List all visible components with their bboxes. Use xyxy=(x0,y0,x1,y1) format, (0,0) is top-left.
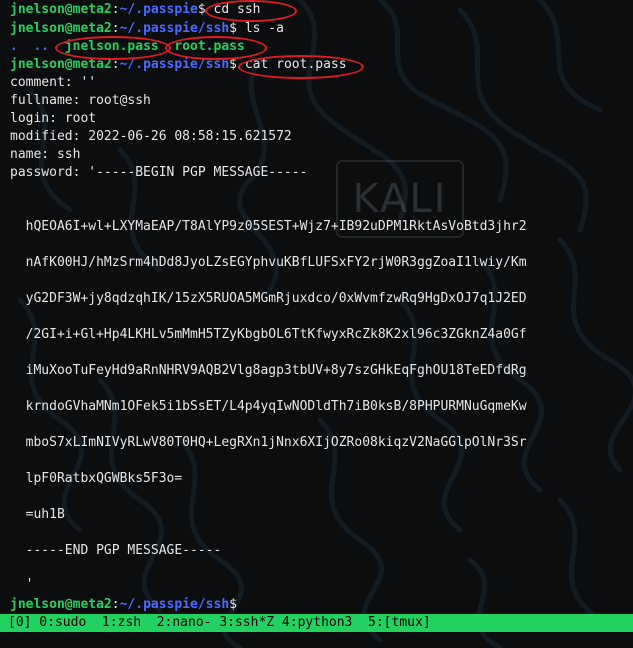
prompt-at: @ xyxy=(64,21,73,36)
pgp-checksum: =uh1B xyxy=(10,507,65,522)
file-jnelson-pass: jnelson.pass xyxy=(64,39,159,54)
pgp-line: lpF0RatbxQGWBks5F3o= xyxy=(10,471,183,486)
prompt-at: @ xyxy=(64,57,73,72)
prompt-colon: : xyxy=(111,2,120,17)
prompt-line-cd: jnelson@meta2:~/.passpie$ cd ssh xyxy=(10,1,261,19)
dir-parent: .. xyxy=(33,39,50,54)
prompt-path: ~/.passpie/ssh xyxy=(119,57,230,72)
prompt-user: jnelson xyxy=(10,597,65,612)
prompt-path: ~/.passpie/ssh xyxy=(119,21,230,36)
prompt-user: jnelson xyxy=(10,2,65,17)
prompt-dollar: $ xyxy=(229,597,237,612)
prompt-host: meta2 xyxy=(72,57,112,72)
command-cat: cat root.pass xyxy=(244,57,347,72)
command-cd: cd ssh xyxy=(213,2,261,17)
prompt-host: meta2 xyxy=(72,2,112,17)
pgp-line: mboS7xLImNIVyRLwV80T0HQ+LegRXn1jNnx6XIjO… xyxy=(10,435,527,450)
prompt-colon: : xyxy=(111,597,120,612)
pgp-line: yG2DF3W+jy8qdzqhIK/15zX5RUOA5MGmRjuxdco/… xyxy=(10,291,527,306)
output-login: login: root xyxy=(10,111,97,126)
prompt-colon: : xyxy=(111,57,120,72)
output-modified: modified: 2022-06-26 08:58:15.621572 xyxy=(10,129,292,144)
pgp-closing-quote: ' xyxy=(10,577,34,592)
pgp-line: nAfK00HJ/hMzSrm4hDd8JyoLZsEGYphvuKBfLUFS… xyxy=(10,255,527,270)
prompt-dollar: $ xyxy=(197,2,206,17)
prompt-host: meta2 xyxy=(72,21,112,36)
tmux-status-bar[interactable]: [0] 0:sudo 1:zsh 2:nano- 3:ssh*Z 4:pytho… xyxy=(0,614,633,632)
pgp-end-marker: -----END PGP MESSAGE----- xyxy=(10,543,222,558)
output-password: password: '-----BEGIN PGP MESSAGE----- xyxy=(10,165,308,180)
ls-output-line: . .. jnelson.pass root.pass xyxy=(10,38,245,56)
prompt-at: @ xyxy=(64,597,73,612)
output-fullname: fullname: root@ssh xyxy=(10,93,151,108)
pgp-line: iMuXooTuFeyHd9aRnNHRV9AQB2Vlg8agp3tbUV+8… xyxy=(10,363,527,378)
output-name: name: ssh xyxy=(10,147,81,162)
output-comment: comment: '' xyxy=(10,75,97,90)
prompt-path: ~/.passpie xyxy=(119,2,198,17)
prompt-at: @ xyxy=(64,2,73,17)
prompt-path: ~/.passpie/ssh xyxy=(119,597,230,612)
terminal-window[interactable]: KALI jnelson@meta2:~/.passpie$ cd ssh jn… xyxy=(0,0,633,648)
pgp-line: /2GI+i+Gl+Hp4LKHLv5mMmH5TZyKbgbOL6TtKfwy… xyxy=(10,327,527,342)
pgp-line: krndoGVhaMNm1OFek5i1bSsET/L4p4yqIwNODldT… xyxy=(10,399,527,414)
kali-watermark-text: KALI xyxy=(352,176,448,222)
prompt-dollar: $ xyxy=(229,57,237,72)
prompt-host: meta2 xyxy=(72,597,112,612)
file-root-pass: root.pass xyxy=(174,39,245,54)
prompt-user: jnelson xyxy=(10,21,65,36)
prompt-colon: : xyxy=(111,21,120,36)
prompt-line-ls: jnelson@meta2:~/.passpie/ssh$ ls -a xyxy=(10,20,284,38)
prompt-dollar: $ xyxy=(229,21,237,36)
tmux-window-list[interactable]: [0] 0:sudo 1:zsh 2:nano- 3:ssh*Z 4:pytho… xyxy=(0,615,431,630)
prompt-user: jnelson xyxy=(10,57,65,72)
prompt-line-final[interactable]: jnelson@meta2:~/.passpie/ssh$ xyxy=(10,596,237,614)
pgp-line: hQEOA6I+wl+LXYMaEAP/T8AlYP9z05SEST+Wjz7+… xyxy=(10,219,527,234)
prompt-line-cat: jnelson@meta2:~/.passpie/ssh$ cat root.p… xyxy=(10,56,347,74)
command-ls: ls -a xyxy=(244,21,284,36)
dir-current: . xyxy=(10,39,18,54)
